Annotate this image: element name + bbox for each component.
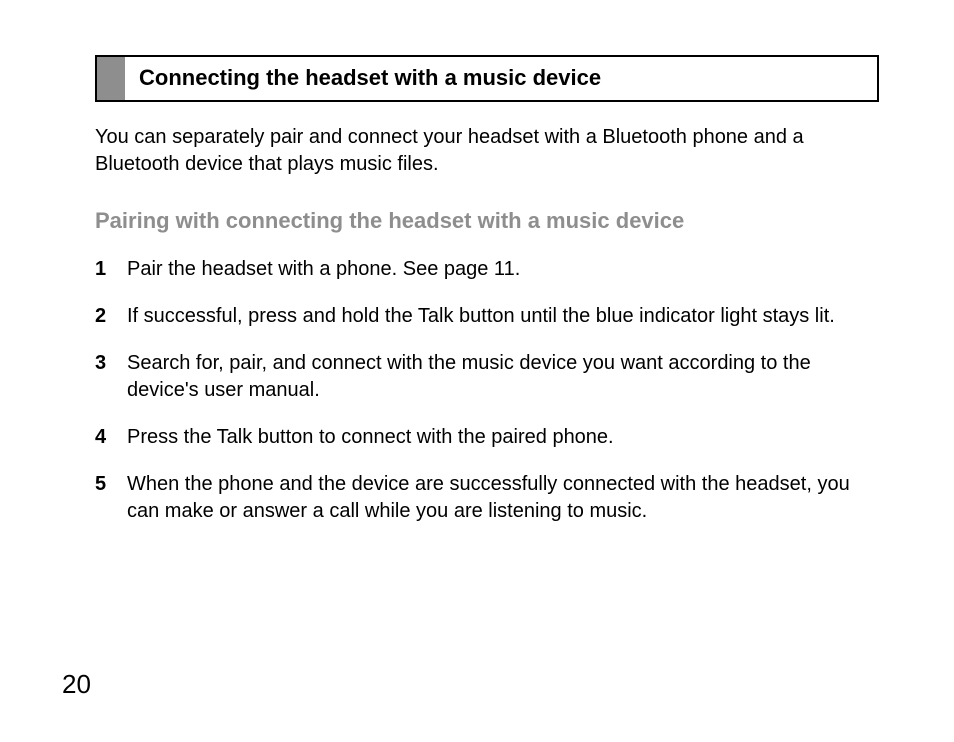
- step-number: 5: [95, 471, 127, 498]
- step-list: 1 Pair the headset with a phone. See pag…: [95, 256, 879, 525]
- list-item: 2 If successful, press and hold the Talk…: [95, 303, 879, 330]
- step-text: Press the Talk button to connect with th…: [127, 424, 879, 451]
- step-number: 4: [95, 424, 127, 451]
- subsection-title: Pairing with connecting the headset with…: [95, 208, 879, 234]
- section-title: Connecting the headset with a music devi…: [125, 57, 615, 100]
- step-number: 1: [95, 256, 127, 283]
- list-item: 4 Press the Talk button to connect with …: [95, 424, 879, 451]
- step-number: 2: [95, 303, 127, 330]
- section-title-bar: Connecting the headset with a music devi…: [95, 55, 879, 102]
- step-text: If successful, press and hold the Talk b…: [127, 303, 879, 330]
- page-number: 20: [62, 669, 91, 700]
- list-item: 3 Search for, pair, and connect with the…: [95, 350, 879, 404]
- step-text: Pair the headset with a phone. See page …: [127, 256, 879, 283]
- step-text: When the phone and the device are succes…: [127, 471, 879, 525]
- title-bar-accent: [97, 57, 125, 100]
- list-item: 5 When the phone and the device are succ…: [95, 471, 879, 525]
- intro-paragraph: You can separately pair and connect your…: [95, 124, 879, 178]
- list-item: 1 Pair the headset with a phone. See pag…: [95, 256, 879, 283]
- step-number: 3: [95, 350, 127, 377]
- step-text: Search for, pair, and connect with the m…: [127, 350, 879, 404]
